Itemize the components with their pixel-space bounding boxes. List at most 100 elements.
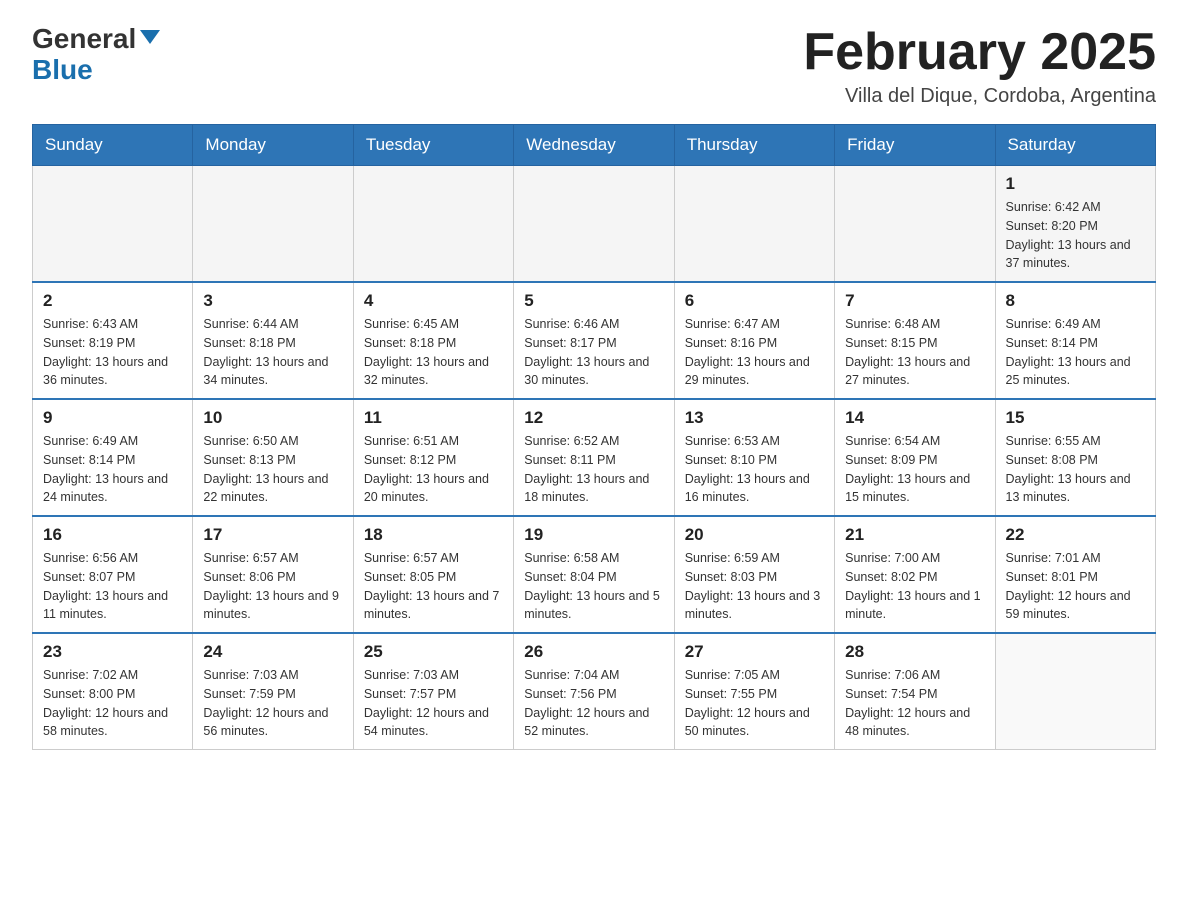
calendar-week-row: 23Sunrise: 7:02 AM Sunset: 8:00 PM Dayli… xyxy=(33,633,1156,750)
day-info: Sunrise: 6:42 AM Sunset: 8:20 PM Dayligh… xyxy=(1006,198,1145,273)
day-number: 12 xyxy=(524,408,663,428)
day-info: Sunrise: 7:03 AM Sunset: 7:57 PM Dayligh… xyxy=(364,666,503,741)
col-thursday: Thursday xyxy=(674,125,834,166)
col-saturday: Saturday xyxy=(995,125,1155,166)
day-number: 13 xyxy=(685,408,824,428)
day-number: 25 xyxy=(364,642,503,662)
day-number: 18 xyxy=(364,525,503,545)
day-info: Sunrise: 7:02 AM Sunset: 8:00 PM Dayligh… xyxy=(43,666,182,741)
table-row: 2 Sunrise: 6:43 AM Sunset: 8:19 PM Daylig… xyxy=(33,282,193,399)
day-info: Sunrise: 6:43 AM Sunset: 8:19 PM Dayligh… xyxy=(43,315,182,390)
col-monday: Monday xyxy=(193,125,353,166)
day-number: 6 xyxy=(685,291,824,311)
day-number: 15 xyxy=(1006,408,1145,428)
day-info: Sunrise: 7:00 AM Sunset: 8:02 PM Dayligh… xyxy=(845,549,984,624)
day-number: 28 xyxy=(845,642,984,662)
table-row: 24 Sunrise: 7:03 AM Sunset: 7:59 PM Dayli… xyxy=(193,633,353,750)
table-row xyxy=(33,166,193,283)
day-number: 17 xyxy=(203,525,342,545)
day-info: Sunrise: 6:51 AM Sunset: 8:12 PM Dayligh… xyxy=(364,432,503,507)
location-subtitle: Villa del Dique, Cordoba, Argentina xyxy=(803,85,1156,108)
day-number: 20 xyxy=(685,525,824,545)
table-row: 22Sunrise: 7:01 AM Sunset: 8:01 PM Dayli… xyxy=(995,516,1155,633)
day-info: Sunrise: 6:49 AM Sunset: 8:14 PM Dayligh… xyxy=(43,432,182,507)
day-number: 27 xyxy=(685,642,824,662)
calendar-header-row: Sunday Monday Tuesday Wednesday Thursday… xyxy=(33,125,1156,166)
day-number: 19 xyxy=(524,525,663,545)
calendar-week-row: 16 Sunrise: 6:56 AM Sunset: 8:07 PM Dayli… xyxy=(33,516,1156,633)
table-row: 21Sunrise: 7:00 AM Sunset: 8:02 PM Dayli… xyxy=(835,516,995,633)
page-header: GeneralBlue February 2025 Villa del Diqu… xyxy=(32,24,1156,108)
day-info: Sunrise: 7:05 AM Sunset: 7:55 PM Dayligh… xyxy=(685,666,824,741)
calendar-week-row: 9 Sunrise: 6:49 AM Sunset: 8:14 PM Daylig… xyxy=(33,399,1156,516)
calendar-week-row: 2 Sunrise: 6:43 AM Sunset: 8:19 PM Daylig… xyxy=(33,282,1156,399)
table-row: 20 Sunrise: 6:59 AM Sunset: 8:03 PM Dayli… xyxy=(674,516,834,633)
day-info: Sunrise: 6:58 AM Sunset: 8:04 PM Dayligh… xyxy=(524,549,663,624)
table-row: 12 Sunrise: 6:52 AM Sunset: 8:11 PM Dayli… xyxy=(514,399,674,516)
table-row: 26Sunrise: 7:04 AM Sunset: 7:56 PM Dayli… xyxy=(514,633,674,750)
day-number: 10 xyxy=(203,408,342,428)
calendar-table: Sunday Monday Tuesday Wednesday Thursday… xyxy=(32,124,1156,750)
day-number: 14 xyxy=(845,408,984,428)
day-number: 24 xyxy=(203,642,342,662)
day-info: Sunrise: 6:56 AM Sunset: 8:07 PM Dayligh… xyxy=(43,549,182,624)
month-year-title: February 2025 xyxy=(803,24,1156,81)
table-row: 13 Sunrise: 6:53 AM Sunset: 8:10 PM Dayli… xyxy=(674,399,834,516)
day-number: 2 xyxy=(43,291,182,311)
day-info: Sunrise: 6:50 AM Sunset: 8:13 PM Dayligh… xyxy=(203,432,342,507)
day-number: 16 xyxy=(43,525,182,545)
table-row: 19 Sunrise: 6:58 AM Sunset: 8:04 PM Dayli… xyxy=(514,516,674,633)
day-info: Sunrise: 7:03 AM Sunset: 7:59 PM Dayligh… xyxy=(203,666,342,741)
day-info: Sunrise: 6:45 AM Sunset: 8:18 PM Dayligh… xyxy=(364,315,503,390)
table-row: 25 Sunrise: 7:03 AM Sunset: 7:57 PM Dayli… xyxy=(353,633,513,750)
table-row xyxy=(995,633,1155,750)
table-row: 6 Sunrise: 6:47 AM Sunset: 8:16 PM Daylig… xyxy=(674,282,834,399)
day-info: Sunrise: 6:57 AM Sunset: 8:06 PM Dayligh… xyxy=(203,549,342,624)
day-info: Sunrise: 6:59 AM Sunset: 8:03 PM Dayligh… xyxy=(685,549,824,624)
col-friday: Friday xyxy=(835,125,995,166)
logo-text: GeneralBlue xyxy=(32,24,160,86)
table-row xyxy=(835,166,995,283)
day-info: Sunrise: 6:47 AM Sunset: 8:16 PM Dayligh… xyxy=(685,315,824,390)
table-row: 14 Sunrise: 6:54 AM Sunset: 8:09 PM Dayli… xyxy=(835,399,995,516)
table-row: 4 Sunrise: 6:45 AM Sunset: 8:18 PM Daylig… xyxy=(353,282,513,399)
day-info: Sunrise: 6:52 AM Sunset: 8:11 PM Dayligh… xyxy=(524,432,663,507)
day-info: Sunrise: 6:48 AM Sunset: 8:15 PM Dayligh… xyxy=(845,315,984,390)
table-row xyxy=(193,166,353,283)
day-number: 5 xyxy=(524,291,663,311)
logo: GeneralBlue xyxy=(32,24,160,86)
day-number: 1 xyxy=(1006,174,1145,194)
logo-arrow-icon xyxy=(140,30,160,44)
col-wednesday: Wednesday xyxy=(514,125,674,166)
table-row: 7 Sunrise: 6:48 AM Sunset: 8:15 PM Daylig… xyxy=(835,282,995,399)
table-row: 15Sunrise: 6:55 AM Sunset: 8:08 PM Dayli… xyxy=(995,399,1155,516)
day-info: Sunrise: 6:49 AM Sunset: 8:14 PM Dayligh… xyxy=(1006,315,1145,390)
table-row: 16 Sunrise: 6:56 AM Sunset: 8:07 PM Dayli… xyxy=(33,516,193,633)
day-number: 7 xyxy=(845,291,984,311)
day-number: 22 xyxy=(1006,525,1145,545)
table-row xyxy=(514,166,674,283)
table-row: 9 Sunrise: 6:49 AM Sunset: 8:14 PM Daylig… xyxy=(33,399,193,516)
table-row: 5Sunrise: 6:46 AM Sunset: 8:17 PM Daylig… xyxy=(514,282,674,399)
calendar-week-row: 1 Sunrise: 6:42 AM Sunset: 8:20 PM Daylig… xyxy=(33,166,1156,283)
day-info: Sunrise: 6:57 AM Sunset: 8:05 PM Dayligh… xyxy=(364,549,503,624)
table-row: 1 Sunrise: 6:42 AM Sunset: 8:20 PM Daylig… xyxy=(995,166,1155,283)
day-number: 8 xyxy=(1006,291,1145,311)
day-info: Sunrise: 7:06 AM Sunset: 7:54 PM Dayligh… xyxy=(845,666,984,741)
table-row: 28 Sunrise: 7:06 AM Sunset: 7:54 PM Dayli… xyxy=(835,633,995,750)
title-section: February 2025 Villa del Dique, Cordoba, … xyxy=(803,24,1156,108)
day-info: Sunrise: 6:54 AM Sunset: 8:09 PM Dayligh… xyxy=(845,432,984,507)
day-number: 4 xyxy=(364,291,503,311)
table-row: 23Sunrise: 7:02 AM Sunset: 8:00 PM Dayli… xyxy=(33,633,193,750)
table-row xyxy=(674,166,834,283)
table-row: 27 Sunrise: 7:05 AM Sunset: 7:55 PM Dayli… xyxy=(674,633,834,750)
day-info: Sunrise: 6:53 AM Sunset: 8:10 PM Dayligh… xyxy=(685,432,824,507)
table-row: 18 Sunrise: 6:57 AM Sunset: 8:05 PM Dayli… xyxy=(353,516,513,633)
day-number: 9 xyxy=(43,408,182,428)
day-number: 3 xyxy=(203,291,342,311)
day-info: Sunrise: 7:04 AM Sunset: 7:56 PM Dayligh… xyxy=(524,666,663,741)
col-sunday: Sunday xyxy=(33,125,193,166)
table-row: 10 Sunrise: 6:50 AM Sunset: 8:13 PM Dayli… xyxy=(193,399,353,516)
table-row: 11 Sunrise: 6:51 AM Sunset: 8:12 PM Dayli… xyxy=(353,399,513,516)
day-number: 11 xyxy=(364,408,503,428)
